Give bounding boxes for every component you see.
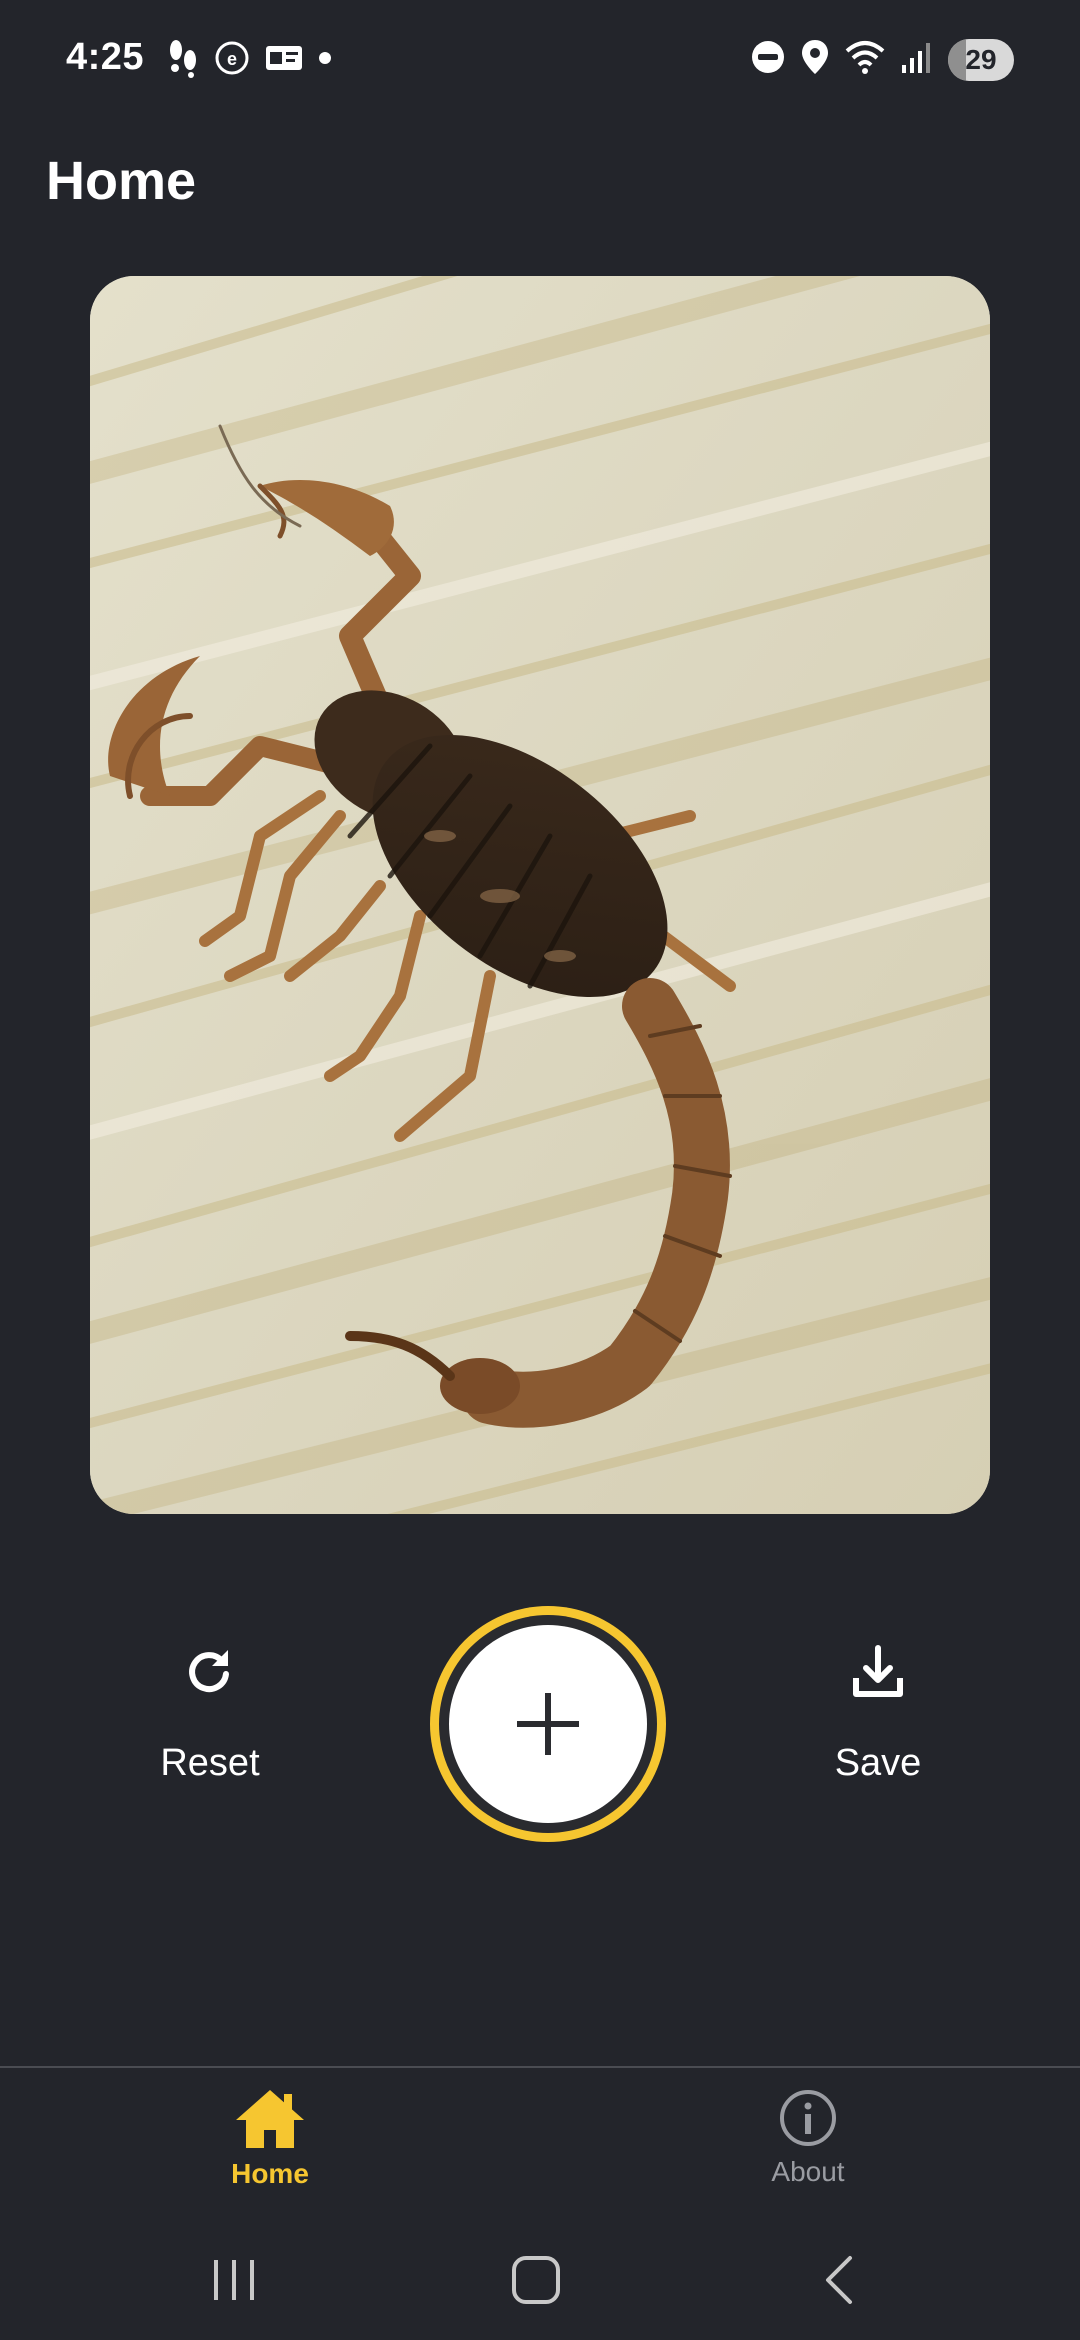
system-home-button[interactable] (496, 2250, 576, 2310)
nav-label-home: Home (231, 2158, 309, 2189)
card-icon (264, 42, 304, 79)
battery-indicator: 29 (948, 38, 1014, 81)
scorpion-photo (90, 276, 990, 1514)
add-button[interactable] (430, 1606, 666, 1842)
home-icon (236, 2090, 304, 2148)
battery-level: 29 (965, 43, 997, 75)
info-icon (780, 2090, 836, 2146)
plus-icon (517, 1693, 579, 1755)
refresh-icon (178, 1640, 242, 1704)
save-label: Save (834, 1742, 922, 1784)
add-button-ring (439, 1615, 657, 1833)
recent-apps-button[interactable] (194, 2250, 274, 2310)
system-nav-bar (0, 2216, 1080, 2340)
signal-icon (900, 39, 934, 80)
bottom-nav: Home About (0, 2066, 1080, 2218)
save-button[interactable]: Save (768, 1640, 988, 1785)
reset-label: Reset (160, 1742, 260, 1784)
back-button[interactable] (800, 2250, 880, 2310)
nav-item-home[interactable]: Home (120, 2088, 420, 2190)
status-time: 4:25 (66, 36, 145, 78)
page-title: Home (46, 151, 197, 211)
steps-icon (166, 38, 200, 83)
wifi-icon (844, 39, 886, 80)
nav-label-about: About (771, 2156, 845, 2187)
status-bar: 4:25 e 29 (0, 0, 1080, 120)
add-button-face (449, 1625, 647, 1823)
dot-icon (318, 51, 332, 70)
back-icon (826, 2256, 852, 2304)
location-icon (800, 38, 830, 81)
do-not-disturb-icon (750, 39, 786, 80)
status-left-icons: e (166, 38, 332, 83)
recents-icon (214, 2260, 254, 2300)
reset-button[interactable]: Reset (100, 1640, 320, 1785)
download-icon (846, 1640, 910, 1704)
home-square-icon (512, 2256, 560, 2304)
status-right-icons: 29 (750, 38, 1014, 81)
svg-text:e: e (227, 49, 237, 69)
vpn-icon: e (214, 40, 250, 81)
nav-item-about[interactable]: About (658, 2088, 958, 2188)
